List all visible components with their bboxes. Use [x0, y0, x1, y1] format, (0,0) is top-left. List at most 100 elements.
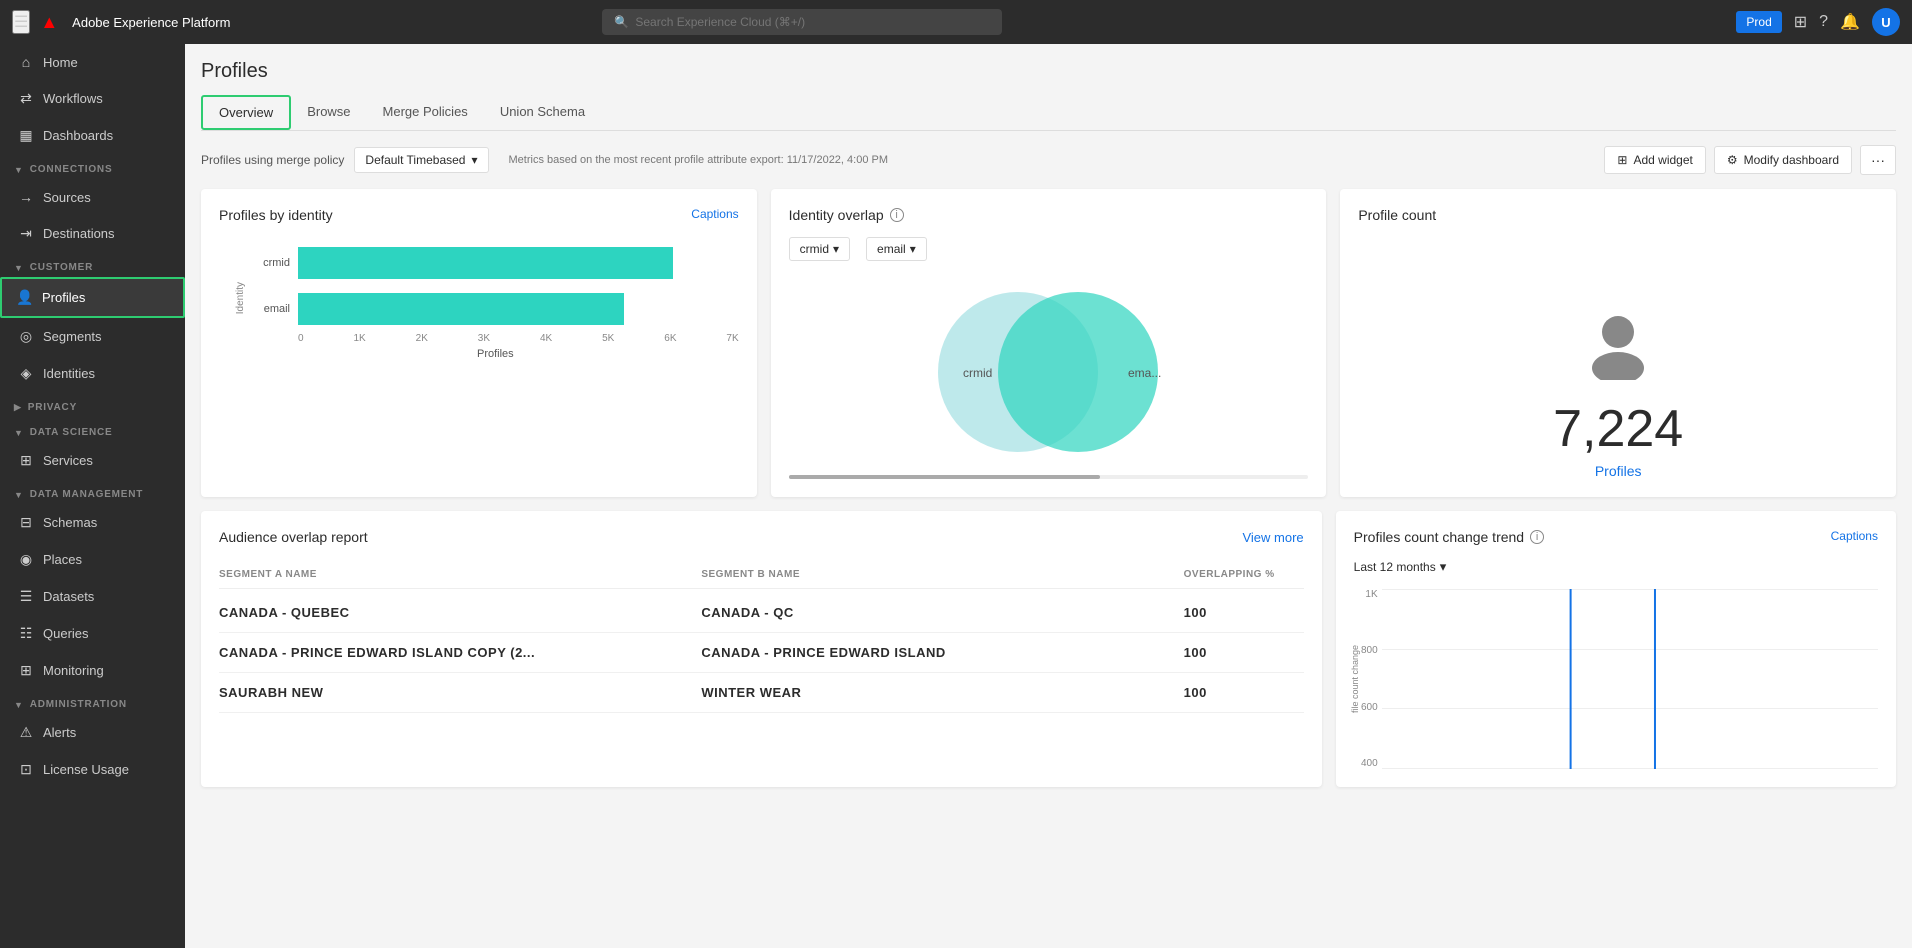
policy-dropdown[interactable]: Default Timebased ▾: [354, 147, 488, 173]
schemas-label: Schemas: [43, 515, 97, 530]
bar-container-email: [298, 293, 739, 325]
venn-scrollbar[interactable]: [789, 475, 1309, 479]
sidebar-item-queries[interactable]: ☷ Queries: [0, 615, 185, 652]
trend-captions-link[interactable]: Captions: [1831, 529, 1878, 543]
datasets-label: Datasets: [43, 589, 94, 604]
trend-chart-area: file count change: [1382, 589, 1878, 769]
sidebar-item-home[interactable]: ⌂ Home: [0, 44, 185, 80]
sidebar-section-data-management[interactable]: ▼ DATA MANAGEMENT: [0, 479, 185, 504]
sidebar-item-datasets[interactable]: ☰ Datasets: [0, 578, 185, 615]
venn-scrollbar-thumb: [789, 475, 1101, 479]
sidebar-item-dashboards[interactable]: ▦ Dashboards: [0, 117, 185, 154]
sidebar-item-places[interactable]: ◉ Places: [0, 541, 185, 578]
y-axis-label: Identity: [235, 282, 246, 314]
sidebar-section-data-science[interactable]: ▼ DATA SCIENCE: [0, 417, 185, 442]
sidebar-item-identities[interactable]: ◈ Identities: [0, 355, 185, 392]
prod-button[interactable]: Prod: [1736, 11, 1781, 33]
view-more-link[interactable]: View more: [1242, 530, 1303, 545]
modify-dashboard-button[interactable]: ⚙ Modify dashboard: [1714, 146, 1852, 174]
places-icon: ◉: [17, 551, 35, 568]
sidebar-item-schemas[interactable]: ⊟ Schemas: [0, 504, 185, 541]
modify-dashboard-label: Modify dashboard: [1744, 153, 1839, 167]
datasets-icon: ☰: [17, 588, 35, 605]
audience-overlap-card: Audience overlap report View more SEGMEN…: [201, 511, 1322, 787]
sources-label: Sources: [43, 190, 91, 205]
chevron-down-period-icon[interactable]: ▾: [1440, 559, 1447, 575]
sidebar-section-privacy[interactable]: ▶ PRIVACY: [0, 392, 185, 417]
col-header-segment-a: SEGMENT A NAME: [219, 569, 701, 580]
x-tick-3k: 3K: [478, 333, 490, 344]
captions-link[interactable]: Captions: [691, 207, 738, 221]
sidebar-section-administration[interactable]: ▼ ADMINISTRATION: [0, 689, 185, 714]
avatar[interactable]: U: [1872, 8, 1900, 36]
period-selector: Last 12 months ▾: [1354, 559, 1878, 575]
sidebar-item-sources[interactable]: → Sources: [0, 179, 185, 215]
queries-label: Queries: [43, 626, 89, 641]
tab-merge-policies[interactable]: Merge Policies: [367, 95, 484, 130]
add-widget-icon: ⊞: [1617, 153, 1627, 167]
table-header: SEGMENT A NAME SEGMENT B NAME OVERLAPPIN…: [219, 561, 1304, 589]
chevron-down-venn2-icon: ▾: [910, 242, 916, 256]
info-icon[interactable]: i: [890, 208, 904, 222]
add-widget-button[interactable]: ⊞ Add widget: [1604, 146, 1705, 174]
search-bar[interactable]: 🔍: [602, 9, 1002, 35]
profile-trend-card: Profiles count change trend i Captions L…: [1336, 511, 1896, 787]
profiles-label: Profiles: [42, 290, 85, 305]
more-options-button[interactable]: ···: [1860, 145, 1896, 175]
venn-dropdown-1[interactable]: crmid ▾: [789, 237, 850, 261]
venn-dropdown-2[interactable]: email ▾: [866, 237, 927, 261]
hamburger-menu[interactable]: ☰: [12, 10, 30, 34]
tab-union-schema[interactable]: Union Schema: [484, 95, 601, 130]
bar-chart-container: Identity crmid email: [219, 237, 739, 360]
data-science-label: DATA SCIENCE: [30, 427, 113, 438]
dashboard-top-row: Profiles by identity Captions Identity c…: [201, 189, 1896, 497]
sidebar-section-connections[interactable]: ▼ CONNECTIONS: [0, 154, 185, 179]
row-1-segment-a: Canada - Quebec: [219, 605, 701, 620]
bar-label-crmid: crmid: [252, 257, 290, 269]
sidebar-item-workflows[interactable]: ⇄ Workflows: [0, 80, 185, 117]
x-tick-6k: 6K: [664, 333, 676, 344]
y-axis-vertical-label: file count change: [1350, 645, 1360, 713]
profiles-by-identity-title: Profiles by identity: [219, 207, 333, 223]
services-icon: ⊞: [17, 452, 35, 469]
sidebar-item-license-usage[interactable]: ⊡ License Usage: [0, 751, 185, 788]
venn-dropdown-1-value: crmid: [800, 242, 829, 256]
sidebar-item-profiles[interactable]: 👤 Profiles: [0, 277, 185, 318]
trend-info-icon[interactable]: i: [1530, 530, 1544, 544]
sidebar-item-services[interactable]: ⊞ Services: [0, 442, 185, 479]
bar-row-crmid: crmid: [252, 247, 739, 279]
row-2-segment-b: Canada - Prince Edward Island: [701, 645, 1183, 660]
help-icon[interactable]: ?: [1819, 13, 1828, 31]
sidebar-item-destinations[interactable]: ⇥ Destinations: [0, 215, 185, 252]
chevron-down-icon-2: ▼: [14, 263, 24, 273]
col-header-overlapping: OVERLAPPING %: [1184, 569, 1304, 580]
table-row: Canada - Prince Edward Island copy (2...…: [219, 633, 1304, 673]
connections-label: CONNECTIONS: [30, 164, 113, 175]
sidebar-item-segments[interactable]: ◎ Segments: [0, 318, 185, 355]
profiles-by-identity-card: Profiles by identity Captions Identity c…: [201, 189, 757, 497]
app-body: ⌂ Home ⇄ Workflows ▦ Dashboards ▼ CONNEC…: [0, 44, 1912, 948]
adobe-logo: ▲: [40, 12, 58, 33]
notification-icon[interactable]: 🔔: [1840, 12, 1860, 32]
tab-overview[interactable]: Overview: [201, 95, 291, 130]
apps-icon[interactable]: ⊞: [1794, 12, 1807, 32]
privacy-label: PRIVACY: [28, 402, 77, 413]
sidebar-item-alerts[interactable]: ⚠ Alerts: [0, 714, 185, 751]
row-3-segment-b: Winter wear: [701, 685, 1183, 700]
bar-row-email: email: [252, 293, 739, 325]
identity-overlap-card: Identity overlap i crmid ▾ email ▾: [771, 189, 1327, 497]
sidebar-item-monitoring[interactable]: ⊞ Monitoring: [0, 652, 185, 689]
tab-browse[interactable]: Browse: [291, 95, 366, 130]
profiles-icon: 👤: [16, 289, 34, 306]
chevron-right-icon: ▶: [14, 402, 22, 413]
administration-label: ADMINISTRATION: [30, 699, 127, 710]
chevron-down-venn1-icon: ▾: [833, 242, 839, 256]
profiles-count-link[interactable]: Profiles: [1595, 463, 1642, 479]
search-input[interactable]: [635, 15, 990, 29]
add-widget-label: Add widget: [1633, 153, 1692, 167]
sidebar-section-customer[interactable]: ▼ CUSTOMER: [0, 252, 185, 277]
chevron-down-icon-3: ▼: [14, 428, 24, 438]
identities-label: Identities: [43, 366, 95, 381]
destinations-label: Destinations: [43, 226, 115, 241]
toolbar: Profiles using merge policy Default Time…: [201, 145, 1896, 175]
